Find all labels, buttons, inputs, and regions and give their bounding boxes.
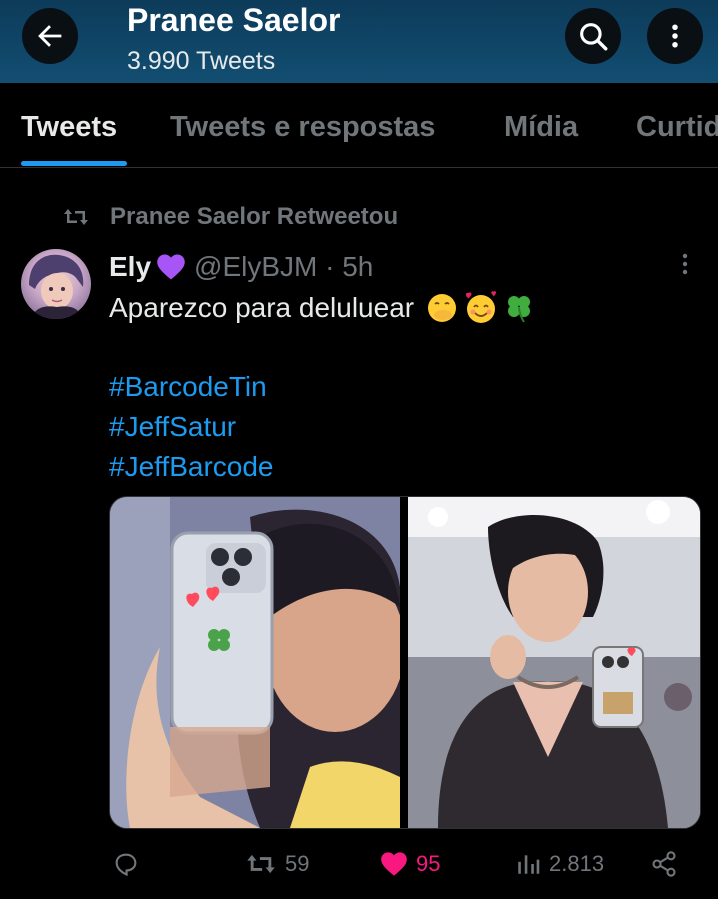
tab-tweets-and-replies[interactable]: Tweets e respostas — [170, 111, 435, 144]
hashtag-link[interactable]: #BarcodeTin — [109, 371, 267, 403]
tweet-author-row: Ely @ElyBJM · 5h — [109, 250, 373, 284]
like-button[interactable]: 95 — [380, 846, 440, 882]
purple-heart-icon — [157, 254, 185, 280]
author-handle-time[interactable]: @ElyBJM · 5h — [194, 251, 373, 283]
search-button[interactable] — [565, 8, 621, 64]
profile-tabs: Tweets Tweets e respostas Mídia Curtidas — [0, 83, 718, 168]
avatar[interactable] — [21, 249, 91, 319]
bar-chart-icon — [518, 855, 540, 874]
smiling-face-with-hearts-emoji-icon — [466, 291, 497, 323]
active-tab-indicator — [21, 161, 127, 166]
reply-button[interactable] — [112, 846, 140, 882]
tab-likes[interactable]: Curtidas — [636, 111, 718, 144]
back-button[interactable] — [22, 8, 78, 64]
tweet-text-row: Aparezco para deluluear — [109, 291, 534, 325]
more-vertical-icon — [682, 253, 688, 275]
hashtag-link[interactable]: #JeffBarcode — [109, 451, 274, 483]
view-count: 2.813 — [549, 851, 605, 876]
tweet-photo-2[interactable] — [408, 497, 700, 828]
hashtag-link[interactable]: #JeffSatur — [109, 411, 236, 443]
tweet-menu-button[interactable] — [675, 252, 695, 281]
portrait-illustration — [408, 497, 700, 828]
search-icon — [580, 23, 608, 51]
retweet-icon — [64, 209, 88, 225]
like-count: 95 — [416, 851, 441, 876]
share-icon — [652, 851, 676, 877]
tweet-media-grid — [109, 496, 701, 829]
views-button[interactable]: 2.813 — [515, 846, 604, 882]
more-vertical-icon — [672, 24, 678, 48]
profile-header: Pranee Saelor 3.990 Tweets — [0, 0, 718, 83]
tweet-photo-1[interactable] — [110, 497, 400, 828]
retweet-icon — [247, 854, 275, 874]
mirror-selfie-illustration — [110, 497, 400, 828]
reply-icon — [115, 853, 137, 877]
tweet-count: 3.990 Tweets — [127, 47, 276, 75]
more-options-button[interactable] — [647, 8, 703, 64]
arrow-left-icon — [38, 25, 62, 47]
heart-filled-icon — [381, 852, 407, 876]
profile-name: Pranee Saelor — [127, 2, 341, 38]
retweet-button[interactable]: 59 — [245, 846, 309, 882]
avatar-illustration — [29, 254, 84, 319]
tab-media[interactable]: Mídia — [504, 111, 578, 144]
tweet-text: Aparezco para deluluear — [109, 292, 415, 323]
retweet-banner: Pranee Saelor Retweetou — [62, 202, 398, 232]
retweet-count: 59 — [285, 851, 310, 876]
tweet-actions-bar: 59 95 2.813 — [0, 846, 718, 886]
share-button[interactable] — [650, 846, 678, 882]
hand-over-mouth-emoji-icon — [428, 294, 457, 322]
author-name[interactable]: Ely — [109, 251, 151, 283]
four-leaf-clover-emoji-icon — [508, 296, 531, 323]
tab-tweets[interactable]: Tweets — [21, 111, 117, 144]
retweet-label: Pranee Saelor Retweetou — [110, 203, 399, 230]
